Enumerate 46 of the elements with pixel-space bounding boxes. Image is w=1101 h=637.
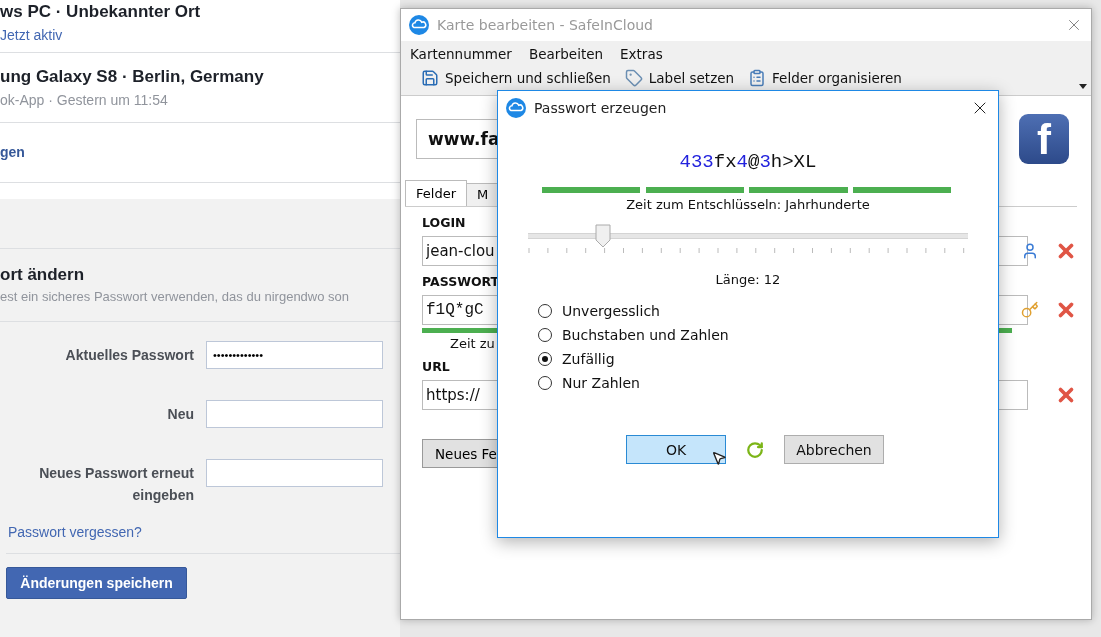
tab[interactable]: Felder [405, 180, 467, 206]
cloud-key-icon [409, 15, 429, 35]
save-changes-button[interactable]: Änderungen speichern [6, 567, 187, 599]
menu-item[interactable]: Kartennummer [410, 46, 512, 62]
radio-option[interactable]: Zufällig [538, 351, 968, 367]
toolbar-button[interactable]: Speichern und schließen [421, 69, 611, 87]
generated-password: 433fx4@3h>XL [679, 151, 817, 173]
password-field[interactable]: ••••••••••••• [206, 341, 383, 369]
mouse-pointer-icon [711, 450, 727, 466]
section-title: ort ändern [0, 265, 86, 285]
session-detail: ok-App · Gestern um 11:54 [0, 92, 169, 108]
device-name: ung Galaxy S8 · Berlin, Germany [0, 67, 265, 87]
strength-text: Zeit zu [450, 336, 496, 351]
overflow-arrow-icon[interactable] [1079, 84, 1087, 89]
dialog-title: Passwort erzeugen [534, 100, 668, 116]
field-label: Neues Passwort erneut eingeben [38, 464, 194, 505]
link[interactable]: gen [0, 123, 25, 182]
field-label: Aktuelles Passwort [64, 346, 194, 365]
radio-option[interactable]: Unvergesslich [538, 303, 968, 319]
device-name: ws PC · Unbekannter Ort [0, 2, 202, 22]
radio-option[interactable]: Buchstaben und Zahlen [538, 327, 968, 343]
field-label: Neu [166, 405, 194, 424]
menu-item[interactable]: Extras [620, 46, 663, 62]
length-label: Länge: 12 [715, 272, 781, 287]
ok-button[interactable]: OK [626, 435, 726, 464]
toolbar-button[interactable]: Felder organisieren [748, 69, 902, 87]
slider-thumb[interactable] [594, 224, 611, 248]
password-field[interactable] [206, 400, 383, 428]
window-title: Karte bearbeiten - SafeInCloud [437, 17, 654, 33]
refresh-icon[interactable] [746, 440, 764, 459]
field-label: LOGIN [422, 215, 466, 230]
radio-option[interactable]: Nur Zahlen [538, 375, 968, 391]
session-detail: Jetzt aktiv [0, 27, 64, 43]
cancel-button[interactable]: Abbrechen [784, 435, 884, 464]
toolbar-button[interactable]: Label setzen [624, 69, 735, 87]
strength-text: Zeit zum Entschlüsseln: Jahrhunderte [626, 197, 870, 212]
section-description: est ein sicheres Passwort verwenden, das du nirgendwo son [0, 289, 351, 304]
site-logo: f [1019, 114, 1069, 164]
password-field[interactable] [206, 459, 383, 487]
cloud-key-icon [506, 98, 526, 118]
menu-item[interactable]: Bearbeiten [528, 46, 604, 62]
forgot-password-link[interactable]: Passwort vergessen? [8, 524, 400, 540]
field-label: URL [422, 359, 450, 374]
tag-icon [624, 69, 643, 87]
form-icon [748, 69, 767, 87]
field-label: PASSWORT [422, 274, 500, 289]
